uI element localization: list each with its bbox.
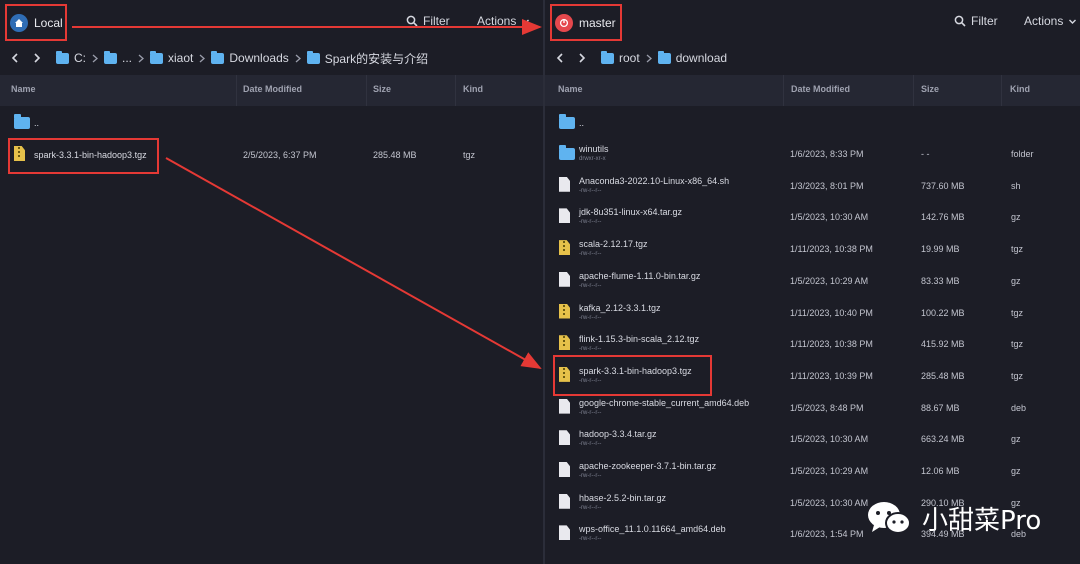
- watermark: 小甜菜Pro: [866, 496, 1066, 540]
- annotation-arrows: [72, 19, 542, 369]
- watermark-text: 小甜菜Pro: [922, 505, 1042, 536]
- arrow-file-upload: [165, 157, 542, 369]
- wechat-icon: [868, 502, 911, 534]
